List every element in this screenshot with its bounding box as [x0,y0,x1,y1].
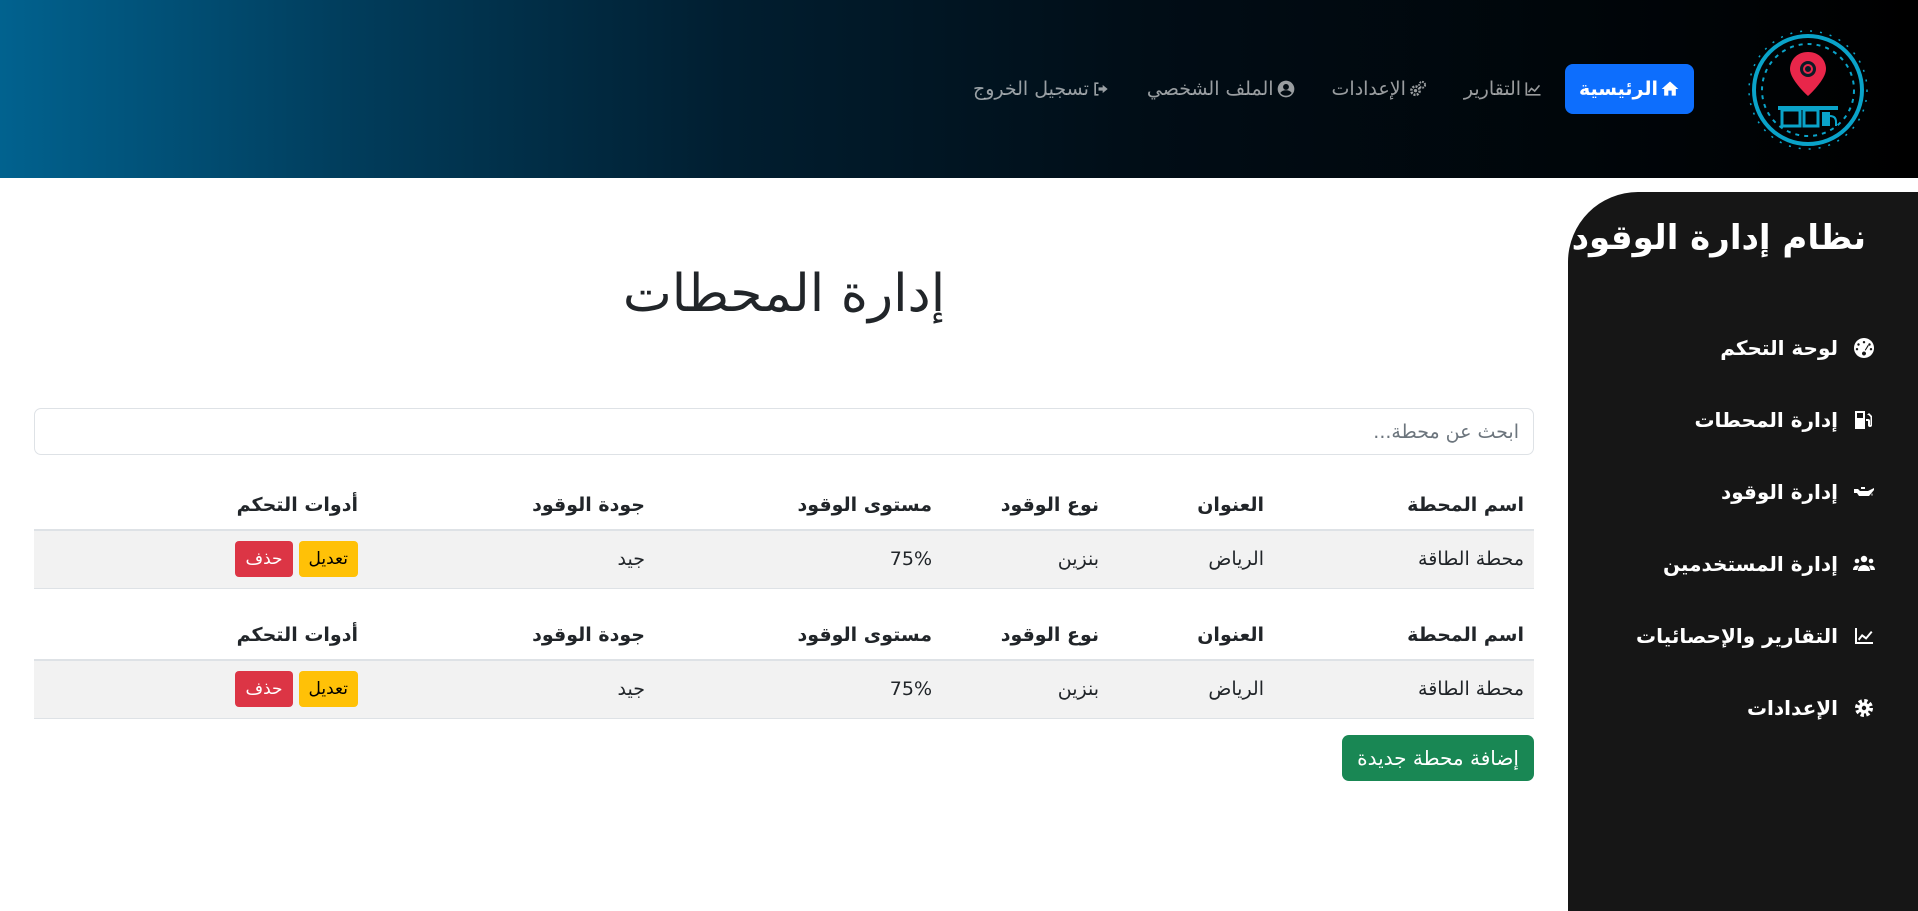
column-header-fuel-level: مستوى الوقود [655,480,942,531]
sidebar-item-stations[interactable]: إدارة المحطات [1636,384,1876,456]
column-header-name: اسم المحطة [1274,610,1534,661]
sidebar-item-label: إدارة الوقود [1720,480,1838,504]
cell-tools: تعديل حذف [34,660,368,719]
row-actions: تعديل حذف [44,541,358,578]
page-title-text: إدارة المحطات [622,264,946,324]
sidebar-menu: لوحة التحكم إدارة المحطات إدارة الوقود إ… [1636,312,1876,744]
nav-home-label: الرئيسية [1579,78,1658,100]
cell-fuel-level: 75% [655,530,942,589]
nav-reports[interactable]: التقارير [1450,64,1557,114]
column-header-name: اسم المحطة [1274,480,1534,531]
user-circle-icon [1277,80,1294,98]
sidebar-item-label: إدارة المحطات [1694,408,1838,432]
edit-button[interactable]: تعديل [298,541,358,578]
home-icon [1661,81,1679,96]
sidebar-item-dashboard[interactable]: لوحة التحكم [1636,312,1876,384]
cell-fuel-quality: جيد [368,530,655,589]
table-header-row: اسم المحطة العنوان نوع الوقود مستوى الوق… [34,480,1534,531]
sidebar-item-label: الإعدادات [1746,696,1838,720]
users-icon [1853,555,1875,571]
fuel-logo-icon[interactable] [1746,28,1870,152]
add-station-button[interactable]: إضافة محطة جديدة [1342,735,1534,781]
page-title: إدارة المحطات [0,264,1568,324]
top-nav: الرئيسية التقارير الإعدادات الملف الشخصي… [951,64,1694,114]
column-header-tools: أدوات التحكم [34,480,368,531]
gas-pump-icon [1855,411,1872,429]
stations-table-2: اسم المحطة العنوان نوع الوقود مستوى الوق… [34,610,1534,719]
nav-logout[interactable]: تسجيل الخروج [959,64,1125,114]
sidebar-item-label: التقارير والإحصائيات [1636,624,1838,648]
chart-line-icon [1525,82,1541,96]
column-header-fuel-level: مستوى الوقود [655,610,942,661]
cell-fuel-type: بنزين [942,530,1109,589]
column-header-address: العنوان [1109,610,1274,661]
sidebar-item-fuel[interactable]: إدارة الوقود [1636,456,1876,528]
main-content: إدارة المحطات اسم المحطة العنوان نوع الو… [0,178,1568,911]
edit-button[interactable]: تعديل [298,671,358,708]
top-navbar: الرئيسية التقارير الإعدادات الملف الشخصي… [0,0,1918,178]
table-row: محطة الطاقة الرياض بنزين 75% جيد تعديل ح… [34,530,1534,589]
chart-line-icon [1855,628,1873,644]
gears-icon [1409,80,1426,97]
nav-profile-label: الملف الشخصي [1146,78,1274,100]
sidebar-item-reports[interactable]: التقارير والإحصائيات [1636,600,1876,672]
cell-address: الرياض [1109,660,1274,719]
delete-button[interactable]: حذف [235,541,293,578]
sidebar-title: نظام إدارة الوقود [1571,218,1866,258]
sidebar-item-settings[interactable]: الإعدادات [1636,672,1876,744]
sidebar-item-label: لوحة التحكم [1720,336,1838,360]
search-input[interactable] [34,408,1534,455]
cell-fuel-type: بنزين [942,660,1109,719]
sidebar-item-users[interactable]: إدارة المستخدمين [1636,528,1876,600]
cell-tools: تعديل حذف [34,530,368,589]
cell-name: محطة الطاقة [1274,530,1534,589]
column-header-fuel-quality: جودة الوقود [368,610,655,661]
nav-settings-label: الإعدادات [1331,78,1406,100]
table-row: محطة الطاقة الرياض بنزين 75% جيد تعديل ح… [34,660,1534,719]
nav-profile[interactable]: الملف الشخصي [1133,64,1310,114]
stations-table-1: اسم المحطة العنوان نوع الوقود مستوى الوق… [34,480,1534,589]
nav-home[interactable]: الرئيسية [1565,64,1694,114]
gauge-icon [1854,338,1875,358]
sidebar-item-label: إدارة المستخدمين [1662,552,1838,576]
cell-fuel-level: 75% [655,660,942,719]
nav-settings[interactable]: الإعدادات [1318,64,1442,114]
cell-name: محطة الطاقة [1274,660,1534,719]
row-actions: تعديل حذف [44,671,358,708]
cell-fuel-quality: جيد [368,660,655,719]
cell-address: الرياض [1109,530,1274,589]
column-header-tools: أدوات التحكم [34,610,368,661]
nav-logout-label: تسجيل الخروج [972,78,1089,100]
column-header-address: العنوان [1109,480,1274,531]
oil-can-icon [1854,487,1874,496]
sidebar: نظام إدارة الوقود لوحة التحكم إدارة المح… [1568,192,1918,911]
delete-button[interactable]: حذف [235,671,293,708]
column-header-fuel-quality: جودة الوقود [368,480,655,531]
column-header-fuel-type: نوع الوقود [942,610,1109,661]
gear-icon [1855,699,1873,717]
nav-reports-label: التقارير [1463,78,1522,100]
sign-out-icon [1094,82,1108,96]
table-header-row: اسم المحطة العنوان نوع الوقود مستوى الوق… [34,610,1534,661]
column-header-fuel-type: نوع الوقود [942,480,1109,531]
